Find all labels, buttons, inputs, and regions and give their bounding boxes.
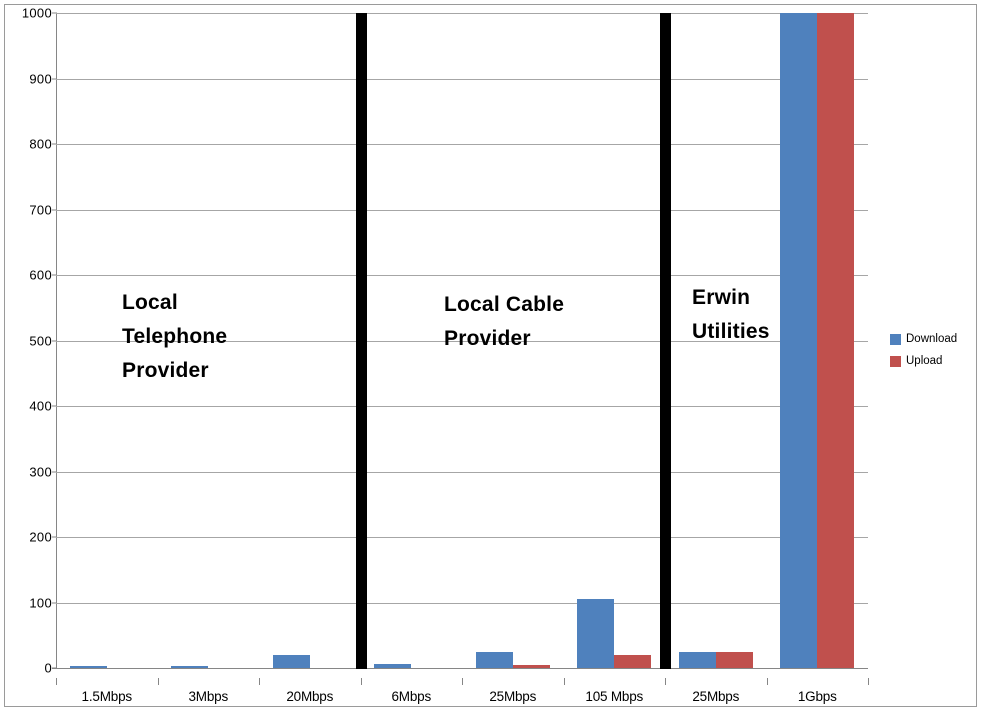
- chart-annotation-2: Local Cable Provider: [444, 293, 565, 351]
- gridline: [56, 275, 868, 276]
- x-axis-tick-mark: [462, 678, 463, 685]
- bar-download-6mbps: [374, 664, 412, 668]
- gridline: [56, 471, 868, 473]
- x-axis-line: [52, 668, 868, 669]
- bar-download-25mbps: [678, 651, 716, 668]
- x-axis: 1.5Mbps 3Mbps 20Mbps 6Mbps 25Mbps 105 Mbps 25M…: [56, 678, 869, 706]
- bar-upload-25mbps: [715, 651, 753, 668]
- bar-upload-25mbps: [512, 665, 550, 668]
- gridline: [56, 602, 868, 604]
- x-axis-tick-mark: [157, 678, 159, 685]
- chart-annotation-3: Erwin Utilities: [692, 286, 770, 344]
- bar-download-105mbps: [577, 599, 615, 668]
- gridline: [56, 406, 868, 407]
- y-axis-tick-label: 900: [29, 71, 52, 86]
- y-axis-tick-label: 1000: [21, 5, 52, 21]
- legend-item-upload: Upload: [890, 355, 976, 368]
- gridline: [56, 209, 868, 211]
- legend: Download Upload: [890, 333, 976, 377]
- x-axis-tick-label: 25Mbps: [692, 689, 740, 704]
- bar-upload-105mbps: [614, 654, 652, 668]
- y-axis-tick-label: 600: [29, 267, 52, 283]
- y-axis-tick-label: 800: [29, 136, 52, 152]
- chart-annotation-1: Local Telephone Provider: [122, 291, 228, 383]
- legend-label: Upload: [906, 354, 943, 367]
- gridline: [56, 144, 868, 145]
- y-axis-tick-label: 500: [29, 333, 52, 348]
- bar-chart: 0 100 200 300 400 500 600 700 800 900 1000 1.5Mbps…: [0, 0, 981, 712]
- y-axis-tick-label: 100: [29, 595, 52, 610]
- x-axis-tick-mark: [563, 678, 565, 685]
- gridline: [56, 13, 868, 14]
- legend-swatch-icon: [890, 334, 901, 345]
- y-axis-tick-label: 200: [29, 529, 52, 545]
- legend-label: Download: [906, 332, 958, 345]
- x-axis-tick-mark: [766, 678, 768, 685]
- bar-download-25mbps: [475, 651, 513, 668]
- bar-upload-1gbps: [817, 13, 855, 668]
- x-axis-tick-label: 1.5Mbps: [81, 689, 133, 704]
- group-divider-1: [355, 13, 367, 669]
- x-axis-tick-mark: [56, 678, 57, 685]
- x-axis-tick-mark: [665, 678, 666, 685]
- x-axis-tick-label: 3Mbps: [188, 689, 229, 704]
- x-axis-tick-label: 25Mbps: [489, 689, 537, 704]
- gridline: [56, 537, 868, 538]
- y-axis: 0 100 200 300 400 500 600 700 800 900 1000: [0, 7, 57, 675]
- group-divider-2: [660, 13, 671, 669]
- x-axis-tick-label: 1Gbps: [797, 689, 837, 704]
- x-axis-tick-mark: [259, 678, 260, 685]
- x-axis-tick-label: 20Mbps: [286, 689, 334, 704]
- x-axis-tick-label: 6Mbps: [391, 689, 432, 704]
- y-axis-tick-label: 700: [29, 202, 52, 217]
- legend-item-download: Download: [890, 333, 976, 346]
- x-axis-tick-label: 105 Mbps: [585, 689, 644, 704]
- y-axis-tick-label: 0: [44, 660, 52, 676]
- gridline: [56, 78, 868, 80]
- bar-download-20mbps: [272, 654, 310, 668]
- y-axis-tick-label: 300: [29, 464, 52, 479]
- bar-download-1gbps: [780, 13, 818, 668]
- bar-download-3mbps: [171, 666, 209, 668]
- x-axis-tick-mark: [868, 678, 869, 685]
- bar-download-1.5mbps: [69, 666, 107, 668]
- y-axis-tick-label: 400: [29, 398, 52, 414]
- x-axis-tick-mark: [360, 678, 362, 685]
- legend-swatch-icon: [890, 356, 901, 367]
